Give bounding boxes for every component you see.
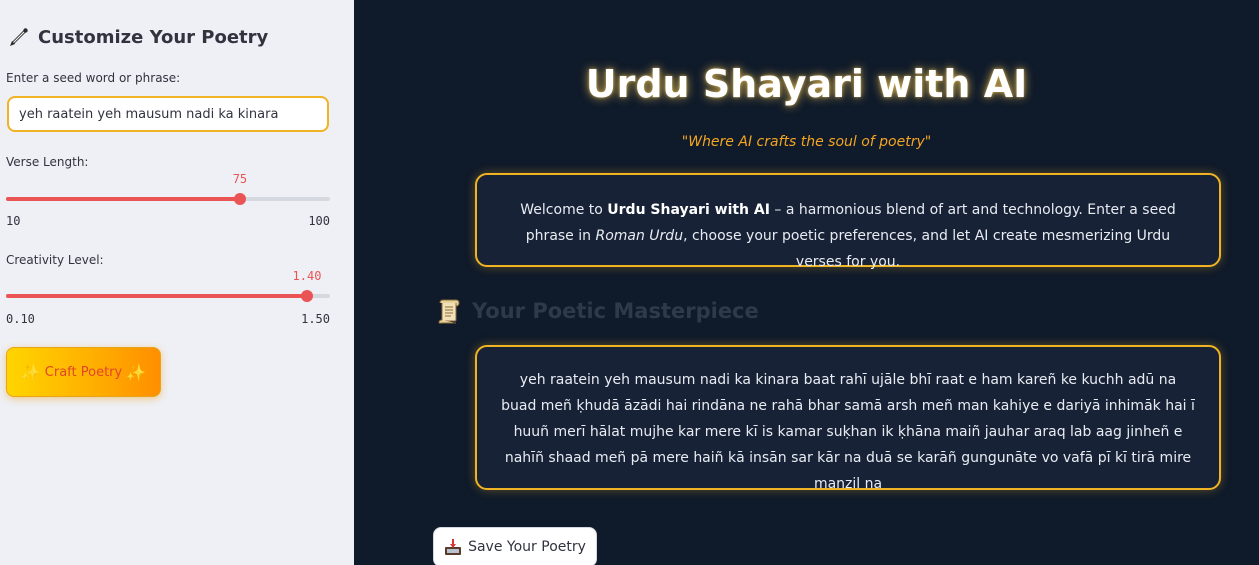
slider-fill xyxy=(6,197,240,201)
paintbrush-icon xyxy=(8,26,30,48)
poem-text: yeh raatein yeh mausum nadi ka kinara ba… xyxy=(501,372,1195,492)
creativity-max: 1.50 xyxy=(301,312,330,326)
sparkles-icon: ✨ xyxy=(20,362,41,382)
scroll-icon xyxy=(436,298,462,324)
tagline: "Where AI crafts the soul of poetry" xyxy=(681,134,932,150)
section-heading: Your Poetic Masterpiece xyxy=(436,298,759,324)
creativity-label: Creativity Level: xyxy=(6,253,104,267)
page-title: Urdu Shayari with AI xyxy=(585,62,1028,106)
slider-value: 1.40 xyxy=(292,269,322,283)
creativity-min: 0.10 xyxy=(6,312,35,326)
welcome-text: , choose your poetic preferences, and le… xyxy=(683,228,1171,270)
verse-length-min: 10 xyxy=(6,214,21,228)
verse-length-max: 100 xyxy=(308,214,330,228)
verse-length-label: Verse Length: xyxy=(6,155,89,169)
creativity-slider[interactable]: 1.40 xyxy=(6,269,330,306)
section-heading-text: Your Poetic Masterpiece xyxy=(472,299,759,323)
sidebar-title-text: Customize Your Poetry xyxy=(38,26,269,48)
slider-thumb[interactable] xyxy=(300,290,313,302)
sparkles-icon: ✨ xyxy=(126,362,147,382)
slider-fill xyxy=(6,294,307,298)
slider-value: 75 xyxy=(232,172,248,186)
main-content: Urdu Shayari with AI "Where AI crafts th… xyxy=(354,0,1259,565)
welcome-text: Welcome to xyxy=(520,202,608,218)
craft-poetry-button[interactable]: ✨ Craft Poetry ✨ xyxy=(6,347,161,397)
save-poetry-label: Save Your Poetry xyxy=(468,539,586,555)
poem-card: yeh raatein yeh mausum nadi ka kinara ba… xyxy=(475,345,1221,492)
sidebar-title: Customize Your Poetry xyxy=(8,26,268,48)
verse-length-slider[interactable]: 75 xyxy=(6,172,330,209)
craft-poetry-label: Craft Poetry xyxy=(44,364,123,380)
welcome-bold: Urdu Shayari with AI xyxy=(607,202,770,218)
sidebar: Customize Your Poetry Enter a seed word … xyxy=(0,0,354,565)
welcome-italic: Roman Urdu xyxy=(595,228,684,244)
welcome-card: Welcome to Urdu Shayari with AI – a harm… xyxy=(475,173,1221,270)
slider-thumb[interactable] xyxy=(233,193,246,205)
save-poetry-button[interactable]: Save Your Poetry xyxy=(433,527,597,565)
inbox-tray-icon xyxy=(444,538,462,556)
seed-label: Enter a seed word or phrase: xyxy=(6,71,181,85)
seed-input[interactable] xyxy=(7,96,329,132)
